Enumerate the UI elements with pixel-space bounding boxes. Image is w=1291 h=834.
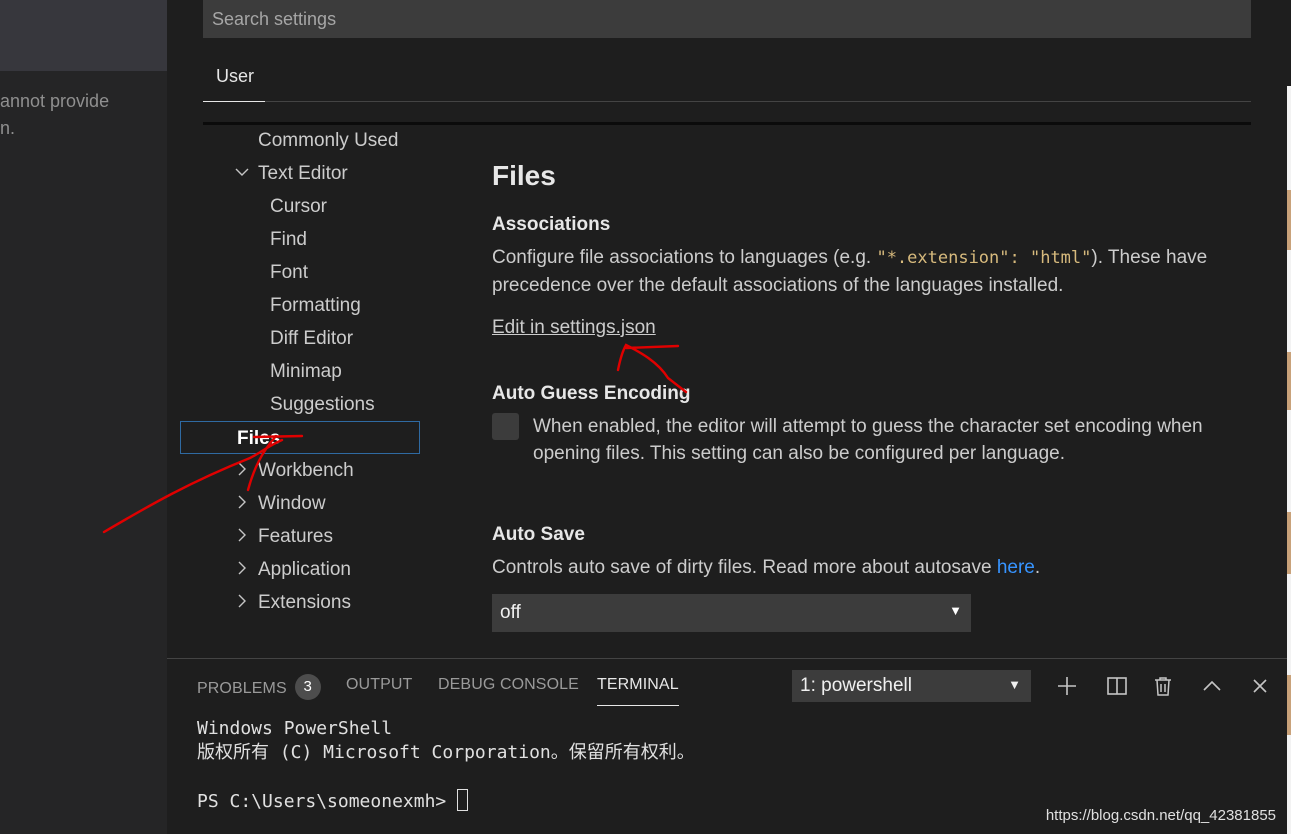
auto-guess-encoding-checkbox[interactable] (492, 413, 519, 440)
toc-item-label: Features (258, 526, 333, 547)
toc-item-label: Minimap (270, 361, 342, 382)
setting-auto-save: Auto Save Controls auto save of dirty fi… (492, 524, 1252, 632)
left-partial-panel: annot provide n. (0, 0, 167, 834)
setting-description: Configure file associations to languages… (492, 244, 1252, 299)
toc-item-label: Suggestions (270, 394, 375, 415)
chevron-right-icon (235, 553, 249, 586)
edge-thumbnail (1287, 512, 1291, 574)
setting-auto-guess-encoding: Auto Guess Encoding When enabled, the ed… (492, 383, 1252, 467)
setting-title: Associations (492, 214, 611, 235)
setting-description: Controls auto save of dirty files. Read … (492, 554, 1252, 581)
left-panel-header-block (0, 0, 167, 71)
desc-code: "*.extension": "html" (876, 248, 1092, 268)
tab-debug-console[interactable]: DEBUG CONSOLE (438, 676, 579, 706)
toc-item-cursor[interactable]: Cursor (213, 190, 453, 223)
auto-save-select[interactable]: off ▼ (492, 594, 971, 632)
toc-item-diff-editor[interactable]: Diff Editor (213, 322, 453, 355)
close-icon[interactable] (1245, 671, 1275, 701)
tab-output[interactable]: OUTPUT (346, 676, 412, 706)
setting-associations: Associations Configure file associations… (492, 214, 1252, 339)
chevron-right-icon (235, 487, 249, 520)
search-settings-input[interactable] (203, 0, 1251, 38)
terminal-line: 版权所有 (C) Microsoft Corporation。保留所有权利。 (197, 742, 695, 763)
tab-terminal[interactable]: TERMINAL (597, 676, 679, 706)
edge-thumbnail (1287, 190, 1291, 250)
setting-title: Auto Guess Encoding (492, 383, 691, 404)
tab-problems-label: PROBLEMS (197, 680, 287, 698)
toc-item-features[interactable]: Features (213, 520, 453, 553)
setting-title: Auto Save (492, 524, 585, 545)
dropdown-arrow-icon: ▼ (1008, 677, 1021, 692)
desc-text-end: . (1034, 557, 1041, 578)
toc-item-label: Find (270, 229, 307, 250)
toc-item-application[interactable]: Application (213, 553, 453, 586)
search-settings-box[interactable] (203, 0, 1251, 38)
toc-item-files[interactable]: Files (180, 421, 420, 454)
left-panel-message: annot provide n. (0, 91, 110, 138)
toc-item-minimap[interactable]: Minimap (213, 355, 453, 388)
plus-icon[interactable] (1052, 671, 1082, 701)
split-icon[interactable] (1102, 671, 1132, 701)
toc-item-label: Text Editor (258, 163, 348, 184)
setting-description: When enabled, the editor will attempt to… (533, 416, 1203, 464)
settings-editor: User Commonly Used Text Editor Cursor Find F… (167, 0, 1287, 658)
toc-item-label: Extensions (258, 592, 351, 613)
toc-item-label: Application (258, 559, 351, 580)
toc-item-commonly-used[interactable]: Commonly Used (213, 124, 453, 157)
autosave-here-link[interactable]: here (997, 557, 1035, 578)
toc-item-label: Commonly Used (258, 130, 399, 151)
toc-item-text-editor[interactable]: Text Editor (213, 157, 453, 190)
toc-item-label: Workbench (258, 460, 354, 481)
toc-item-suggestions[interactable]: Suggestions (213, 388, 453, 421)
problems-count-badge: 3 (294, 674, 321, 700)
edge-dark-block (1287, 0, 1291, 86)
chevron-right-icon (235, 586, 249, 619)
dropdown-arrow-icon: ▼ (949, 603, 962, 618)
toc-item-extensions[interactable]: Extensions (213, 586, 453, 619)
edge-thumbnail (1287, 352, 1291, 410)
desc-text: Configure file associations to languages… (492, 247, 877, 268)
settings-content: Files Associations Configure file associ… (492, 160, 1252, 632)
chevron-right-icon (235, 520, 249, 553)
toc-item-label: Font (270, 262, 309, 283)
adjacent-window-edge (1287, 0, 1291, 834)
section-title: Files (492, 160, 556, 191)
trash-icon[interactable] (1148, 671, 1178, 701)
toc-item-window[interactable]: Window (213, 487, 453, 520)
terminal-prompt-line: PS C:\Users\someonexmh> (197, 789, 695, 814)
edit-in-settings-json-link[interactable]: Edit in settings.json (492, 317, 656, 339)
edge-thumbnail (1287, 675, 1291, 735)
desc-text: Controls auto save of dirty files. Read … (492, 557, 997, 578)
checkbox-row: When enabled, the editor will attempt to… (492, 413, 1252, 467)
toc-item-find[interactable]: Find (213, 223, 453, 256)
toc-item-font[interactable]: Font (213, 256, 453, 289)
watermark: https://blog.csdn.net/qq_42381855 (1045, 807, 1276, 824)
toc-item-label: Cursor (270, 196, 328, 217)
tab-problems[interactable]: PROBLEMS 3 (197, 674, 321, 706)
settings-scope-tabs: User (203, 56, 1251, 102)
tab-user[interactable]: User (203, 56, 265, 102)
toc-item-label: Diff Editor (270, 328, 354, 349)
terminal-select[interactable]: 1: powershell ▼ (792, 670, 1031, 702)
terminal-line: Windows PowerShell (197, 718, 393, 739)
toc-item-label: Window (258, 493, 326, 514)
toc-item-label: Formatting (270, 295, 361, 316)
toc-item-label: Files (237, 428, 281, 449)
auto-save-value: off (500, 602, 521, 623)
chevron-right-icon (235, 454, 249, 487)
chevron-up-icon[interactable] (1197, 671, 1227, 701)
toc-item-workbench[interactable]: Workbench (213, 454, 453, 487)
chevron-down-icon (235, 157, 249, 190)
terminal-select-value: 1: powershell (800, 675, 912, 696)
settings-toc: Commonly Used Text Editor Cursor Find Font Fo… (180, 124, 453, 619)
bottom-panel: PROBLEMS 3 OUTPUT DEBUG CONSOLE TERMINAL … (167, 658, 1287, 834)
terminal-output[interactable]: Windows PowerShell 版权所有 (C) Microsoft Cor… (197, 717, 695, 814)
toc-item-formatting[interactable]: Formatting (213, 289, 453, 322)
terminal-cursor (457, 789, 469, 811)
terminal-prompt: PS C:\Users\someonexmh> (197, 791, 458, 812)
